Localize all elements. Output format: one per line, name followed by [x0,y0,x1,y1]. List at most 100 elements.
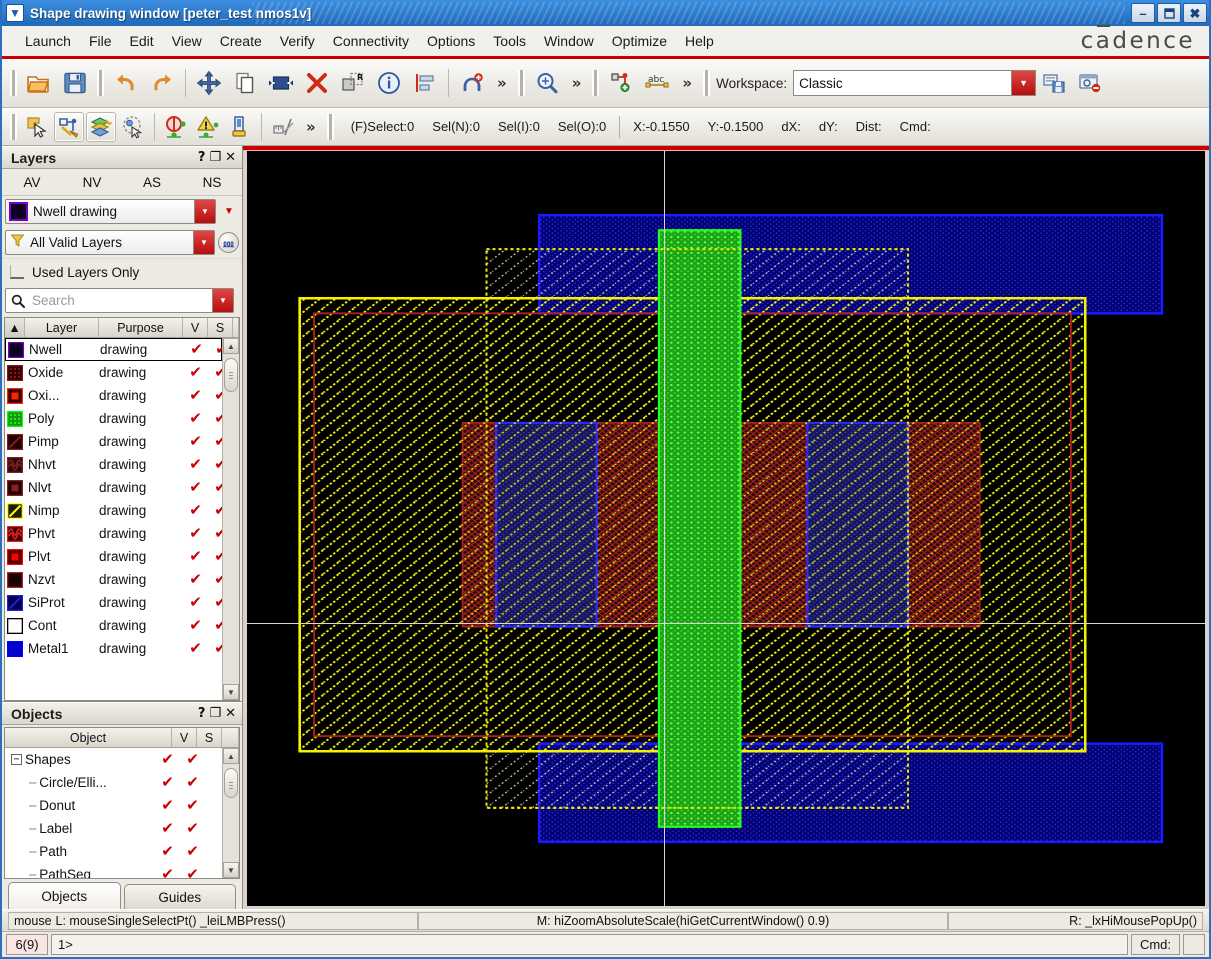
object-row[interactable]: ─Circle/Elli...✔✔ [5,771,222,794]
layer-visible-checkbox[interactable]: ✔ [183,641,208,656]
layer-visible-checkbox[interactable]: ✔ [183,457,208,472]
column-object[interactable]: Object [5,728,172,747]
toolbar-overflow-4[interactable]: » [299,118,323,136]
column-selectable[interactable]: S [208,318,233,337]
show-errors-icon[interactable] [161,112,191,142]
object-row[interactable]: ─Path✔✔ [5,840,222,863]
objects-scroll-track[interactable] [223,764,239,862]
help-icon[interactable]: ? [198,707,206,720]
menu-tools[interactable]: Tools [484,29,535,53]
column-selectable[interactable]: S [197,728,222,747]
scroll-up-icon[interactable]: ▲ [223,338,239,354]
layer-visible-checkbox[interactable]: ✔ [183,480,208,495]
menu-optimize[interactable]: Optimize [603,29,676,53]
toolbar-grip[interactable] [10,70,17,96]
maximize-button[interactable] [1157,3,1181,23]
close-icon[interactable]: ✕ [225,151,236,164]
layer-visible-checkbox[interactable]: ✔ [183,595,208,610]
ciw-cmd-field[interactable] [1183,934,1205,955]
float-icon[interactable]: ❐ [209,151,221,164]
layer-visible-checkbox[interactable]: ✔ [184,342,209,357]
layer-row[interactable]: Nimpdrawing✔✔ [5,499,222,522]
layer-visible-checkbox[interactable]: ✔ [183,365,208,380]
object-visible-checkbox[interactable]: ✔ [155,844,180,859]
redo-icon[interactable] [145,66,179,100]
av-button[interactable]: AV [2,175,62,190]
scroll-down-icon[interactable]: ▼ [223,862,239,878]
save-icon[interactable] [58,66,92,100]
align-icon[interactable] [408,66,442,100]
object-selectable-checkbox[interactable]: ✔ [180,798,205,813]
object-selectable-checkbox[interactable]: ✔ [180,844,205,859]
layer-swatch-icon[interactable] [5,388,25,404]
objects-scrollbar[interactable]: ▲ ▼ [222,748,239,878]
select-by-area-icon[interactable] [118,112,148,142]
layer-selectable-checkbox[interactable]: ✔ [208,572,222,587]
stretch-icon[interactable] [264,66,298,100]
menu-options[interactable]: Options [418,29,484,53]
toolbar-grip-7[interactable] [327,114,334,140]
sort-toggle-icon[interactable]: ▲ [5,318,25,337]
menu-create[interactable]: Create [211,29,271,53]
layer-swatch-icon[interactable] [5,365,25,381]
menu-help[interactable]: Help [676,29,723,53]
object-row[interactable]: ─Donut✔✔ [5,794,222,817]
object-selectable-checkbox[interactable]: ✔ [180,775,205,790]
object-row[interactable]: −Shapes✔✔ [5,748,222,771]
toolbar-grip-2[interactable] [97,70,104,96]
tab-guides[interactable]: Guides [124,884,237,909]
layer-visible-checkbox[interactable]: ✔ [183,526,208,541]
layer-swatch-icon[interactable] [5,572,25,588]
layer-visible-checkbox[interactable]: ✔ [183,549,208,564]
layer-swatch-icon[interactable] [5,595,25,611]
layers-scroll-thumb[interactable] [224,358,238,392]
toolbar-overflow-2[interactable]: » [565,74,589,92]
layer-selectable-checkbox[interactable]: ✔ [208,549,222,564]
scroll-down-icon[interactable]: ▼ [223,684,239,700]
help-icon[interactable]: ? [198,151,206,164]
current-layer-selector[interactable]: Nwell drawing ▼ [5,199,216,224]
menu-view[interactable]: View [163,29,211,53]
menu-edit[interactable]: Edit [121,29,163,53]
layer-visible-checkbox[interactable]: ✔ [183,503,208,518]
object-row[interactable]: ─Label✔✔ [5,817,222,840]
menu-launch[interactable]: Launch [16,29,80,53]
layer-swatch-icon[interactable] [5,411,25,427]
current-layer-swatch[interactable] [9,202,28,221]
chevron-down-icon[interactable]: ▼ [194,200,215,223]
layer-swatch-icon[interactable] [5,480,25,496]
probe-icon[interactable] [225,112,255,142]
ciw-prompt-input[interactable]: 1> [51,934,1128,955]
layer-row[interactable]: Polydrawing✔✔ [5,407,222,430]
delete-icon[interactable] [300,66,334,100]
toolbar-overflow-1[interactable]: » [490,74,514,92]
layer-row[interactable]: Contdrawing✔✔ [5,614,222,637]
object-row[interactable]: ─PathSeg✔✔ [5,863,222,878]
object-visible-checkbox[interactable]: ✔ [155,867,180,878]
close-icon[interactable]: ✕ [225,707,236,720]
select-all-layers-icon[interactable] [86,112,116,142]
object-selectable-checkbox[interactable]: ✔ [180,821,205,836]
menu-file[interactable]: File [80,29,121,53]
layer-visible-checkbox[interactable]: ✔ [183,411,208,426]
layer-row[interactable]: Nhvtdrawing✔✔ [5,453,222,476]
layer-filter-selector[interactable]: All Valid Layers ▼ [5,230,215,255]
layer-selectable-checkbox[interactable]: ✔ [209,342,222,357]
layer-search-box[interactable]: ▼ [5,288,234,313]
undo-zoom-icon[interactable] [455,66,489,100]
layer-swatch-icon[interactable] [5,549,25,565]
search-input[interactable] [29,289,212,312]
used-layers-only-checkbox[interactable] [10,265,24,279]
layer-row[interactable]: Pimpdrawing✔✔ [5,430,222,453]
layer-swatch-icon[interactable] [6,342,26,358]
create-pin-icon[interactable] [604,66,638,100]
layer-selectable-checkbox[interactable]: ✔ [208,434,222,449]
tab-objects[interactable]: Objects [8,882,121,909]
toolbar-grip-4[interactable] [592,70,599,96]
column-layer[interactable]: Layer [25,318,99,337]
undo-icon[interactable] [109,66,143,100]
layer-selectable-checkbox[interactable]: ✔ [208,388,222,403]
copy-icon[interactable] [228,66,262,100]
object-visible-checkbox[interactable]: ✔ [155,821,180,836]
menu-window[interactable]: Window [535,29,603,53]
